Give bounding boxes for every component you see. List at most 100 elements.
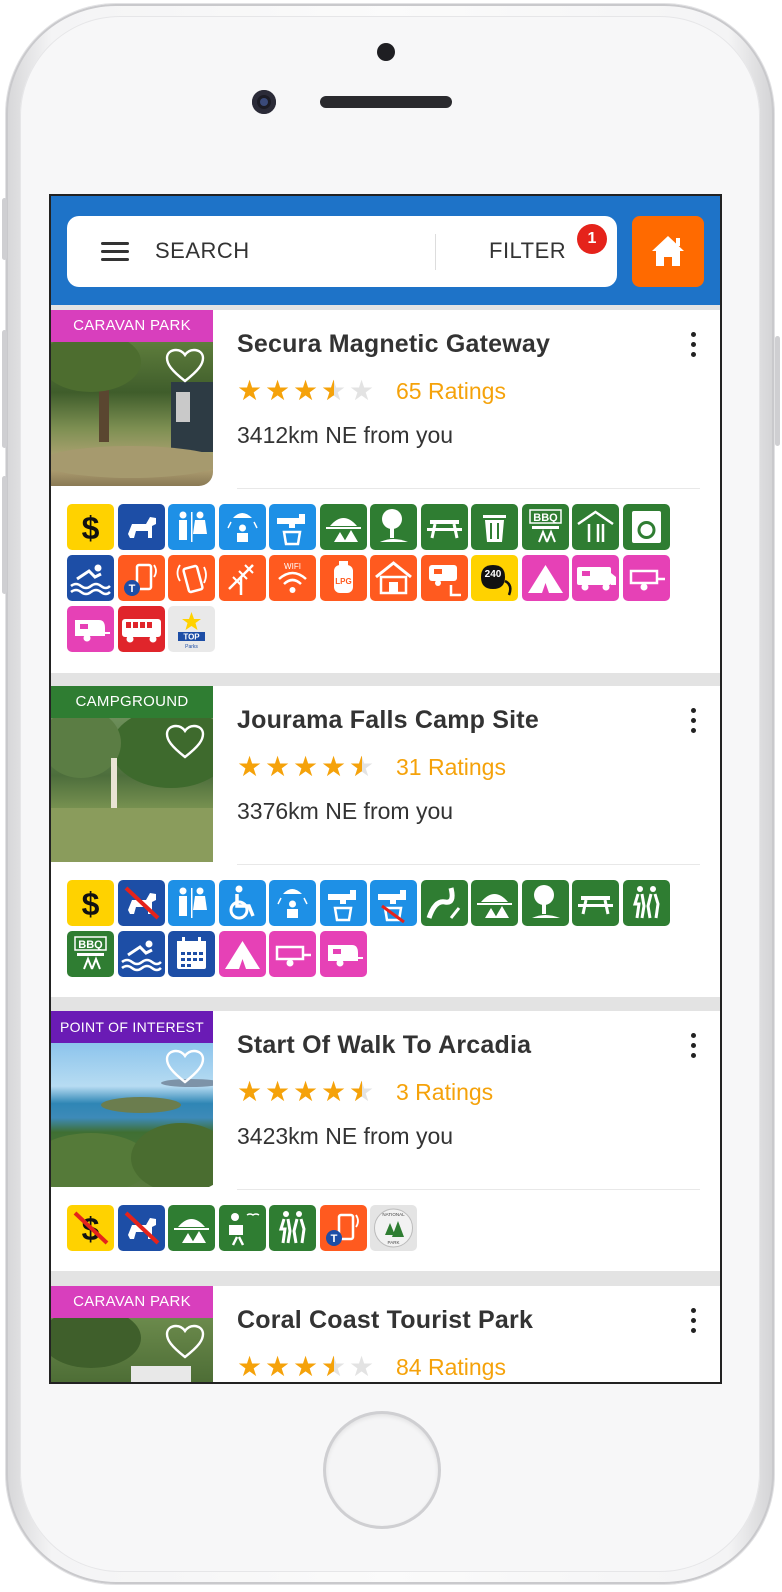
star-icon: ★ [321, 1076, 347, 1107]
home-button[interactable] [632, 216, 704, 287]
shower-icon[interactable] [218, 504, 266, 550]
motorhome-icon[interactable] [572, 555, 619, 601]
power-240-icon[interactable]: 240 [471, 555, 518, 601]
picnic-table-icon[interactable] [572, 880, 619, 926]
ratings-count[interactable]: 84 Ratings [396, 1354, 506, 1381]
card-divider [237, 864, 700, 865]
listing-photo[interactable]: CARAVAN PARK [51, 310, 213, 486]
calendar-icon[interactable] [168, 931, 215, 977]
birdwatching-icon[interactable] [218, 1205, 266, 1251]
dollar-icon[interactable]: $ [67, 504, 114, 550]
search-label[interactable]: SEARCH [155, 238, 250, 264]
bin-icon[interactable] [471, 504, 518, 550]
no-dogs-icon[interactable] [117, 1205, 165, 1251]
swimming-icon[interactable] [67, 555, 114, 601]
no-drinking-water-icon[interactable] [370, 880, 417, 926]
more-options-icon[interactable] [691, 708, 697, 736]
earpiece-speaker [320, 96, 452, 108]
listing-card[interactable]: POINT OF INTEREST Start Of Walk To Arcad… [51, 1011, 720, 1271]
filter-count-badge: 1 [577, 224, 607, 254]
listing-title[interactable]: Coral Coast Tourist Park [237, 1306, 533, 1335]
listing-photo[interactable]: CARAVAN PARK [51, 1286, 213, 1382]
star-icon: ★ [265, 1351, 291, 1382]
ratings-count[interactable]: 65 Ratings [396, 378, 506, 405]
swimming-icon[interactable] [117, 931, 165, 977]
bbq-icon[interactable]: BBQ [67, 931, 114, 977]
no-dogs-icon[interactable] [117, 880, 165, 926]
shower-icon[interactable] [269, 880, 316, 926]
star-icon: ★ [237, 1351, 263, 1382]
tv-antenna-icon[interactable] [218, 555, 266, 601]
listing-card[interactable]: CARAVAN PARK Coral Coast Tourist Park ★ ★… [51, 1286, 720, 1382]
volume-up-button [2, 330, 7, 448]
bbq-icon[interactable]: BBQ [521, 504, 569, 550]
listing-title[interactable]: Secura Magnetic Gateway [237, 330, 550, 359]
listing-card[interactable]: CARAVAN PARK Secura Magnetic Gateway ★ ★ ★… [51, 310, 720, 673]
listing-title[interactable]: Start Of Walk To Arcadia [237, 1031, 531, 1060]
star-icon: ★ [293, 751, 319, 782]
toilets-icon[interactable] [168, 880, 215, 926]
category-tag: CAMPGROUND [51, 686, 213, 718]
no-fee-icon[interactable]: $ [67, 1205, 114, 1251]
hiking-icon[interactable] [622, 880, 670, 926]
svg-text:BBQ: BBQ [533, 512, 558, 524]
tree-walk-icon[interactable] [521, 880, 569, 926]
caravan-dump-icon[interactable] [420, 555, 468, 601]
svg-text:BBQ: BBQ [78, 939, 103, 951]
favorite-heart-icon[interactable] [165, 1049, 205, 1085]
top-parks-icon[interactable]: TOP Parks [168, 606, 215, 652]
toilets-icon[interactable] [168, 504, 215, 550]
star-icon: ★ [349, 1351, 375, 1382]
hiking-icon[interactable] [269, 1205, 316, 1251]
wifi-icon[interactable]: WIFI [269, 555, 316, 601]
hamburger-menu-icon[interactable] [101, 242, 129, 262]
bus-icon[interactable] [117, 606, 165, 652]
svg-text:LPG: LPG [335, 577, 351, 586]
category-tag: POINT OF INTEREST [51, 1011, 213, 1043]
dog-icon[interactable] [117, 504, 165, 550]
svg-text:PARK: PARK [388, 1240, 400, 1245]
distance-text: 3376km NE from you [237, 798, 454, 824]
caravan-icon[interactable] [67, 606, 114, 652]
listing-photo[interactable]: POINT OF INTEREST [51, 1011, 213, 1187]
mobile-icon[interactable] [168, 555, 215, 601]
ratings-count[interactable]: 31 Ratings [396, 754, 506, 781]
tree-walk-icon[interactable] [370, 504, 417, 550]
dollar-icon[interactable]: $ [67, 880, 114, 926]
viewpoint-icon[interactable] [168, 1205, 215, 1251]
listing-card[interactable]: CAMPGROUND Jourama Falls Camp Site ★ ★ ★ ★ ★… [51, 686, 720, 997]
tap-icon[interactable] [269, 504, 316, 550]
more-options-icon[interactable] [691, 332, 697, 360]
distance-text: 3423km NE from you [237, 1123, 454, 1149]
picnic-table-icon[interactable] [420, 504, 468, 550]
viewpoint-icon[interactable] [319, 504, 367, 550]
ratings-count[interactable]: 3 Ratings [396, 1079, 493, 1106]
wheelchair-icon[interactable] [218, 880, 266, 926]
waterfall-icon[interactable] [420, 880, 468, 926]
caravan-icon[interactable] [319, 931, 367, 977]
viewpoint-icon[interactable] [471, 880, 518, 926]
laundry-icon[interactable] [622, 504, 670, 550]
camp-kitchen-icon[interactable] [572, 504, 619, 550]
trailer-icon[interactable] [269, 931, 316, 977]
phone-home-button[interactable] [326, 1414, 438, 1526]
mobile-telstra-icon[interactable]: T [319, 1205, 367, 1251]
favorite-heart-icon[interactable] [165, 724, 205, 760]
tent-icon[interactable] [521, 555, 569, 601]
svg-text:NATIONAL: NATIONAL [382, 1212, 405, 1217]
filter-button[interactable]: FILTER [489, 238, 566, 264]
more-options-icon[interactable] [691, 1308, 697, 1336]
national-park-icon[interactable]: NATIONAL PARK [370, 1205, 417, 1251]
search-bar[interactable]: SEARCH FILTER 1 [67, 216, 617, 287]
trailer-icon[interactable] [622, 555, 670, 601]
favorite-heart-icon[interactable] [165, 348, 205, 384]
listing-photo[interactable]: CAMPGROUND [51, 686, 213, 862]
favorite-heart-icon[interactable] [165, 1324, 205, 1360]
cabin-icon[interactable] [370, 555, 417, 601]
tap-icon[interactable] [319, 880, 367, 926]
tent-icon[interactable] [218, 931, 266, 977]
lpg-icon[interactable]: LPG [319, 555, 367, 601]
more-options-icon[interactable] [691, 1033, 697, 1061]
listing-title[interactable]: Jourama Falls Camp Site [237, 706, 539, 735]
mobile-telstra-icon[interactable]: T [117, 555, 165, 601]
